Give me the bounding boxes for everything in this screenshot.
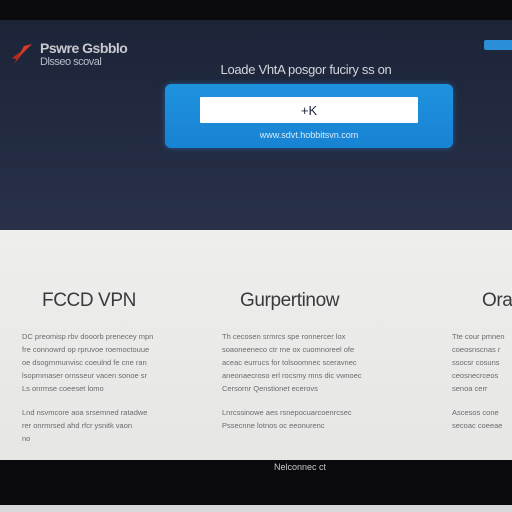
monitor-stand	[0, 505, 512, 512]
feature-title: Gurpertinow	[240, 290, 340, 311]
feature-column: Gurpertinow Th cecosen srmrcs spe ronner…	[222, 290, 402, 432]
feature-line: aneonaecroso erl rocsmy mns dic vwnoec	[222, 371, 362, 380]
logo-subtitle: Dlsseo scoval	[40, 56, 102, 68]
feature-line: Pssecnne lotnos oc eeonurenc	[222, 421, 325, 430]
feature-title: Ora	[482, 290, 512, 311]
feature-line: Ls onrmse coeeset lomo	[22, 384, 104, 393]
feature-line: soaoneeneco ctr rne ox cuomnoreel ofe	[222, 345, 355, 354]
connect-input[interactable]	[200, 97, 418, 123]
feature-line: lsopmmaser ornsseur vacen sonoe sr	[22, 371, 148, 380]
feature-text: Tte cour pmnen coeosnscnas r ssocsr cosu…	[452, 330, 512, 432]
feature-line: senoa cerr	[452, 384, 488, 393]
logo-icon	[12, 44, 32, 64]
feature-line: coeosnscnas r	[452, 345, 501, 354]
feature-text: Th cecosen srmrcs spe ronnercer lox soao…	[222, 330, 402, 432]
feature-title: FCCD VPN	[42, 290, 136, 311]
connect-panel: www.sdvt.hobbitsvn.com	[165, 84, 453, 148]
feature-text: DC preomisp rbv dooorb prenecey mpn fre …	[22, 330, 172, 445]
monitor-bezel-top	[0, 0, 512, 20]
feature-line: oe dsogrnmunvisc coeulnd fe cne ran	[22, 358, 147, 367]
screen: Pswre Gsbblo Dlsseo scoval Loade VhtA po…	[0, 20, 512, 460]
connect-link[interactable]: www.sdvt.hobbitsvn.com	[165, 130, 453, 140]
features-section: FCCD VPN DC preomisp rbv dooorb prenecey…	[0, 230, 512, 460]
feature-line: aceac eurrucs for tolsoomnec sceravnec	[222, 358, 357, 367]
feature-line: Lnrcssinowe aes rsnepocuarcoenrcsec	[222, 408, 352, 417]
feature-line: Th cecosen srmrcs spe ronnercer lox	[222, 332, 346, 341]
feature-line: secoac coeeae	[452, 421, 503, 430]
feature-line: ssocsr cosuns	[452, 358, 500, 367]
feature-line: ceosnecrceos	[452, 371, 499, 380]
feature-line: rer onrmrsed ahd rfcr ysnitk vaon	[22, 421, 133, 430]
feature-line: Tte cour pmnen	[452, 332, 505, 341]
logo-title: Pswre Gsbblo	[40, 40, 128, 56]
feature-line: DC preomisp rbv dooorb prenecey mpn	[22, 332, 154, 341]
footer-label: Nelconnec ct	[273, 462, 327, 472]
brand-logo[interactable]: Pswre Gsbblo Dlsseo scoval	[10, 38, 150, 72]
feature-column: Ora Tte cour pmnen coeosnscnas r ssocsr …	[452, 290, 512, 432]
feature-column: FCCD VPN DC preomisp rbv dooorb prenecey…	[22, 290, 172, 445]
feature-line: fre connowrd op rpruvoe roemoctouue	[22, 345, 150, 354]
header-action-button[interactable]	[484, 40, 512, 50]
hero-section: Pswre Gsbblo Dlsseo scoval Loade VhtA po…	[0, 20, 512, 230]
feature-line: Ascesos cone	[452, 408, 499, 417]
feature-line: no	[22, 434, 31, 443]
feature-line: Cersornr Qenstionet ecerovs	[222, 384, 318, 393]
hero-headline: Loade VhtA posgor fuciry ss on	[220, 62, 392, 77]
feature-line: Lnd nsvmcore aoa srsemned ratadwe	[22, 408, 148, 417]
